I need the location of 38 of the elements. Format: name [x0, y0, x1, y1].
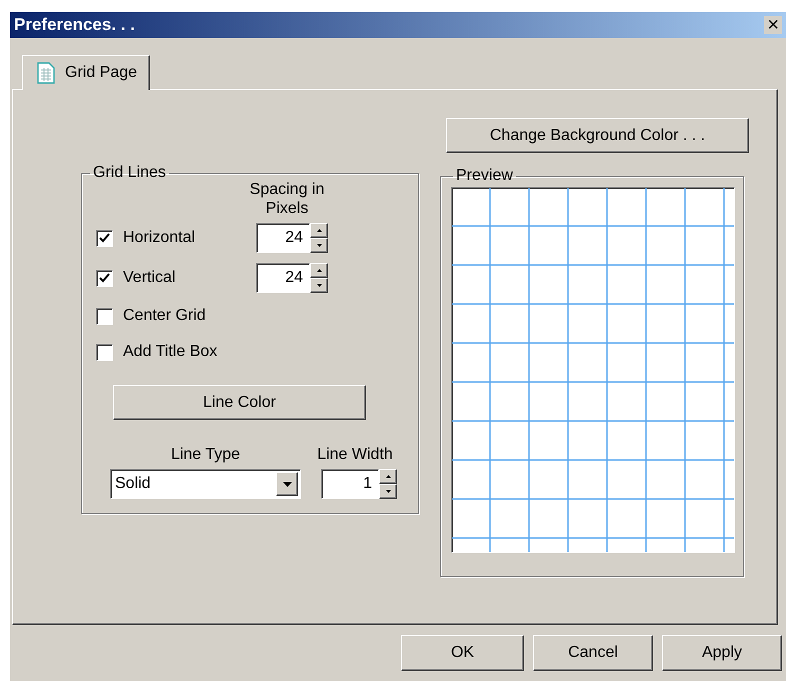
checkbox[interactable]: Horizontal: [96, 229, 256, 247]
line-type-dropdown[interactable]: Solid: [110, 469, 301, 499]
number-field[interactable]: 24: [256, 223, 310, 253]
dialog-button[interactable]: OK: [401, 635, 524, 671]
spin-down-button[interactable]: [310, 238, 328, 253]
close-button[interactable]: ×: [764, 16, 782, 34]
spin-down-button[interactable]: [310, 278, 328, 293]
number-field[interactable]: 24: [256, 263, 310, 293]
up-arrow-icon: [316, 269, 322, 272]
field-label: Line Width: [316, 446, 394, 464]
checkbox[interactable]: Center Grid: [96, 307, 256, 325]
dialog-button[interactable]: Cancel: [533, 635, 653, 671]
caret-icon: [282, 482, 292, 486]
page-icon: [37, 62, 55, 84]
down-arrow-icon: [316, 284, 322, 287]
dialog-button[interactable]: Apply: [662, 635, 782, 671]
number-field[interactable]: 1: [321, 469, 379, 499]
down-arrow-icon: [316, 244, 322, 247]
checkbox[interactable]: Vertical: [96, 269, 256, 287]
dropdown-button[interactable]: [276, 472, 298, 496]
tab[interactable]: Grid Page: [22, 55, 150, 90]
spin-down-button[interactable]: [379, 484, 397, 499]
group-title: Preview: [455, 167, 514, 185]
up-arrow-icon: [386, 475, 390, 478]
down-arrow-icon: [386, 490, 390, 493]
spin-up-button[interactable]: [310, 263, 328, 278]
column-header: Spacing in Pixels: [248, 180, 326, 218]
window-title: Preferences. . .: [14, 15, 135, 35]
spin-up-button[interactable]: [310, 223, 328, 238]
line-color-button[interactable]: Line Color: [113, 385, 366, 420]
spin-up-button[interactable]: [379, 469, 397, 484]
change-background-button[interactable]: Change Background Color . . .: [446, 118, 749, 153]
up-arrow-icon: [316, 229, 322, 232]
checkbox[interactable]: Add Title Box: [96, 343, 256, 361]
checkmark-icon: [99, 273, 110, 283]
group-title: Grid Lines: [92, 164, 167, 182]
checkmark-icon: [99, 233, 110, 243]
field-label: Line Type: [170, 446, 242, 464]
